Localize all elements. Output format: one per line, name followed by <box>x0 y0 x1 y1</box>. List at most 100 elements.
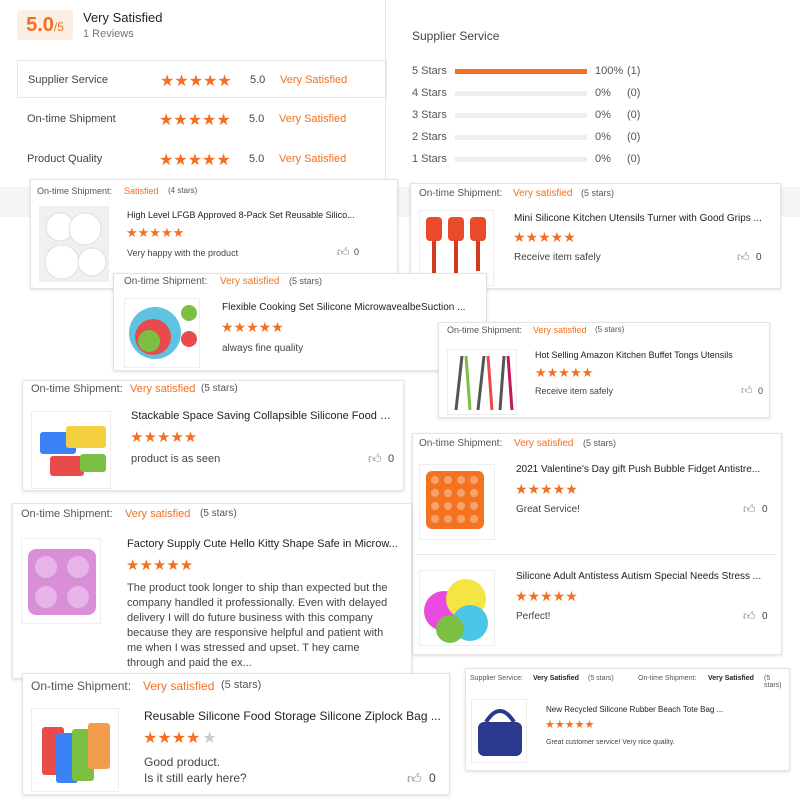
shipment-label: On-time Shipment: <box>447 325 523 335</box>
shipment-rating-text: Very satisfied <box>125 508 191 520</box>
summary-row: Supplier Service ★★★★★ 5.0 Very Satisfie… <box>17 60 387 98</box>
product-title[interactable]: 2021 Valentine's Day gift Push Bubble Fi… <box>516 464 771 475</box>
distribution-bar-track <box>455 69 587 74</box>
summary-row-label: Supplier Service <box>28 74 109 86</box>
review-card: On-time Shipment: Very satisfied (5 star… <box>438 322 770 418</box>
product-title[interactable]: Reusable Silicone Food Storage Silicone … <box>144 709 444 723</box>
distribution-label: 2 Stars <box>412 131 447 143</box>
shipment-label: On-time Shipment: <box>37 186 113 196</box>
shipment-rating-text: Very satisfied <box>130 383 196 395</box>
shipment-rating-stars: (4 stars) <box>168 186 198 195</box>
product-image-pop-fidget <box>426 471 484 529</box>
rating-stars: ★★★★★ <box>221 319 284 335</box>
distribution-count: (0) <box>627 131 641 143</box>
rating-stars: ★★★★★ <box>515 588 578 604</box>
product-image[interactable] <box>419 464 495 540</box>
thumbs-up-icon[interactable]: 👍︎ <box>737 250 750 265</box>
distribution-label: 3 Stars <box>412 109 447 121</box>
review-card: On-time Shipment: Very satisfied (5 star… <box>113 273 487 371</box>
product-title[interactable]: Silicone Adult Antistess Autism Special … <box>516 571 771 582</box>
product-title[interactable]: High Level LFGB Approved 8-Pack Set Reus… <box>127 210 377 220</box>
summary-row: Product Quality ★★★★★ 5.0 Very Satisfied <box>17 140 387 178</box>
product-image[interactable] <box>447 349 517 415</box>
product-title[interactable]: New Recycled Silicone Rubber Beach Tote … <box>546 705 776 714</box>
summary-row-value: 5.0 <box>250 74 266 86</box>
review-comment: Receive item safely <box>514 252 601 263</box>
product-title[interactable]: Mini Silicone Kitchen Utensils Turner wi… <box>514 213 772 224</box>
summary-row-value: 5.0 <box>249 113 265 125</box>
distribution-row: 5 Stars 100% (1) <box>412 65 672 83</box>
product-image[interactable] <box>21 538 101 624</box>
review-comment: Perfect! <box>516 611 551 622</box>
supplier-service-stars: (5 stars) <box>588 675 614 682</box>
review-comment: always fine quality <box>222 343 304 354</box>
distribution-label: 5 Stars <box>412 65 447 77</box>
product-image[interactable] <box>31 708 119 792</box>
like-count: 0 <box>429 771 436 785</box>
product-title[interactable]: Hot Selling Amazon Kitchen Buffet Tongs … <box>535 350 755 360</box>
supplier-service-label: Supplier Service: <box>470 675 523 682</box>
shipment-label: On-time Shipment: <box>419 188 503 199</box>
review-card: On-time Shipment: Very satisfied (5 star… <box>12 503 412 679</box>
distribution-percent: 0% <box>595 87 611 99</box>
shipment-label: On-time Shipment: <box>124 276 208 287</box>
product-image-containers <box>40 426 106 476</box>
product-image[interactable] <box>39 206 109 282</box>
product-image[interactable] <box>31 411 111 489</box>
thumbs-up-icon[interactable]: 👍︎ <box>368 451 382 467</box>
shipment-label: On-time Shipment: <box>419 438 503 449</box>
summary-row-text: Very Satisfied <box>279 113 347 125</box>
shipment-rating-stars: (5 stars) <box>201 383 238 394</box>
product-image[interactable] <box>471 699 527 763</box>
product-title[interactable]: Flexible Cooking Set Silicone Microwavea… <box>222 302 474 313</box>
overall-score: 5.0 <box>26 14 54 36</box>
distribution-percent: 0% <box>595 131 611 143</box>
like-count: 0 <box>758 386 764 396</box>
review-card: On-time Shipment: Very satisfied (5 star… <box>22 673 450 795</box>
distribution-label: 4 Stars <box>412 87 447 99</box>
like-count: 0 <box>762 504 768 515</box>
distribution-row: 2 Stars 0% (0) <box>412 131 672 149</box>
shipment-rating-text: Satisfied <box>124 186 159 196</box>
product-image-round-fidgets <box>424 579 488 643</box>
review-comment: Great customer service! Very nice qualit… <box>546 739 675 746</box>
product-image[interactable] <box>124 298 200 368</box>
thumbs-up-icon[interactable]: 👍︎ <box>743 502 756 517</box>
review-card: On-time Shipment: Very satisfied (5 star… <box>22 380 404 491</box>
thumbs-up-icon[interactable]: 👍︎ <box>407 770 422 787</box>
shipment-rating-text: Very satisfied <box>143 679 215 693</box>
summary-table: Supplier Service ★★★★★ 5.0 Very Satisfie… <box>17 60 387 182</box>
shipment-rating-stars: (5 stars) <box>200 508 237 519</box>
product-image-tongs <box>454 355 514 411</box>
rating-stars: ★★★★★ <box>126 225 185 240</box>
summary-row-label: Product Quality <box>27 153 103 165</box>
product-image[interactable] <box>419 570 495 646</box>
product-title[interactable]: Stackable Space Saving Collapsible Silic… <box>131 410 397 422</box>
summary-row: On-time Shipment ★★★★★ 5.0 Very Satisfie… <box>17 100 387 138</box>
product-image-lids-colored <box>129 305 197 359</box>
summary-row-value: 5.0 <box>249 153 265 165</box>
distribution-bar-track <box>455 113 587 118</box>
thumbs-up-icon[interactable]: 👍︎ <box>743 609 756 624</box>
review-card: On-time Shipment: Very satisfied (5 star… <box>412 433 782 655</box>
thumbs-up-icon[interactable]: 👍︎ <box>741 384 753 397</box>
shipment-rating-stars: (5 stars) <box>221 679 262 691</box>
review-comment: Great Service! <box>516 504 580 515</box>
review-comment: Receive item safely <box>535 386 614 396</box>
distribution-count: (1) <box>627 65 641 77</box>
product-image-lids <box>44 212 107 280</box>
overall-score-max: /5 <box>53 20 64 34</box>
distribution-percent: 100% <box>595 65 624 77</box>
shipment-rating-stars: (5 stars) <box>289 276 323 286</box>
rating-stars: ★★★★★ <box>513 229 576 245</box>
shipment-rating-stars: (5 stars) <box>595 325 625 334</box>
rating-stars: ★★★★★ <box>143 730 217 747</box>
rating-stars: ★★★★★ <box>130 429 198 446</box>
shipment-label: On-time Shipment: <box>31 383 123 395</box>
product-title[interactable]: Factory Supply Cute Hello Kitty Shape Sa… <box>127 538 409 550</box>
distribution-bar-track <box>455 135 587 140</box>
review-comment: Very happy with the product <box>127 248 239 258</box>
overall-score-badge: 5.0/5 <box>17 10 73 40</box>
shipment-label: On-time Shipment: <box>31 679 132 693</box>
thumbs-up-icon[interactable]: 👍︎ <box>337 245 350 260</box>
